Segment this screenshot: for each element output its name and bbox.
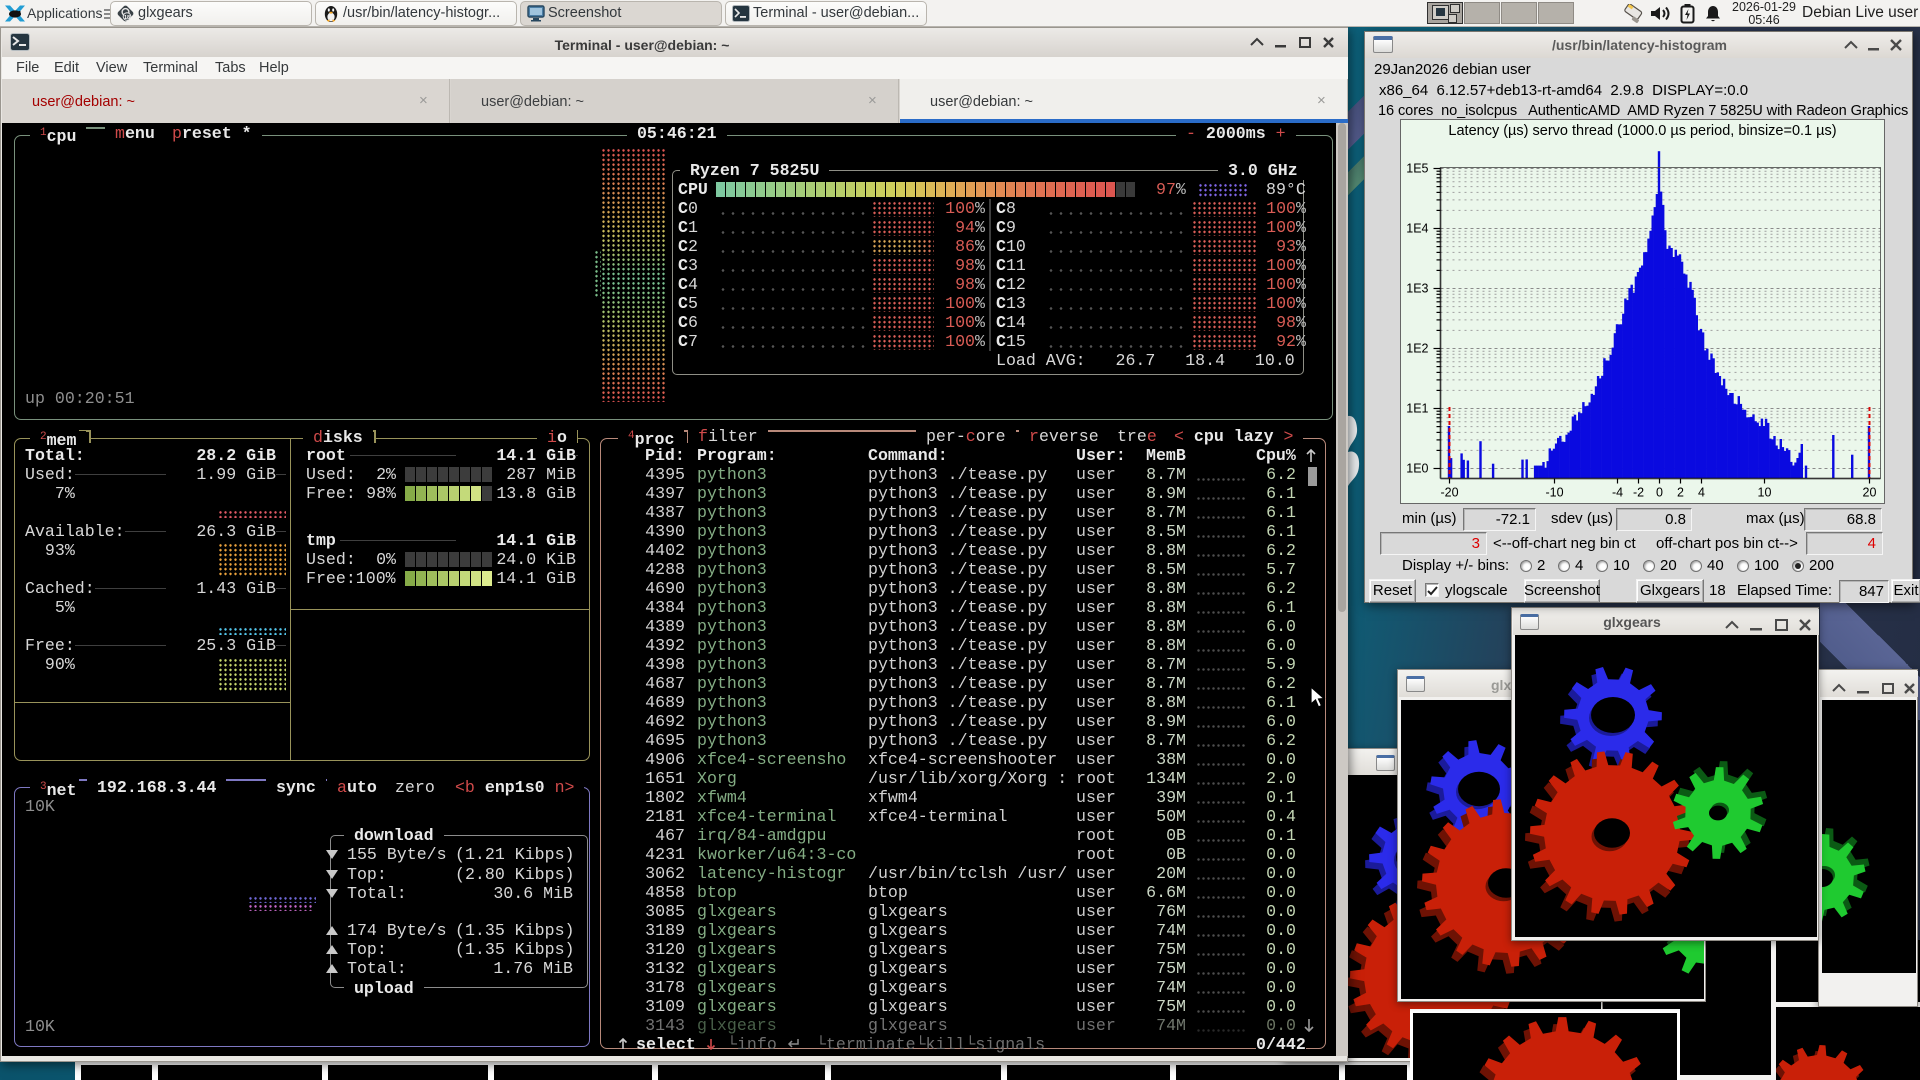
svg-text:1E2: 1E2	[1406, 342, 1428, 356]
svg-text:-2: -2	[1633, 486, 1644, 500]
svg-text:1E0: 1E0	[1406, 462, 1428, 476]
svg-text:1E4: 1E4	[1406, 222, 1428, 236]
svg-text:1E3: 1E3	[1406, 282, 1428, 296]
svg-text:4: 4	[1698, 486, 1705, 500]
svg-text:10: 10	[1758, 486, 1772, 500]
svg-text:1E1: 1E1	[1406, 402, 1428, 416]
svg-text:18: 18	[124, 15, 130, 21]
svg-text:20: 20	[1863, 486, 1877, 500]
svg-text:-20: -20	[1440, 486, 1458, 500]
svg-text:-4: -4	[1612, 486, 1623, 500]
svg-text:0: 0	[1656, 486, 1663, 500]
svg-text:1E5: 1E5	[1406, 162, 1428, 176]
svg-text:2: 2	[1677, 486, 1684, 500]
svg-text:-10: -10	[1545, 486, 1563, 500]
